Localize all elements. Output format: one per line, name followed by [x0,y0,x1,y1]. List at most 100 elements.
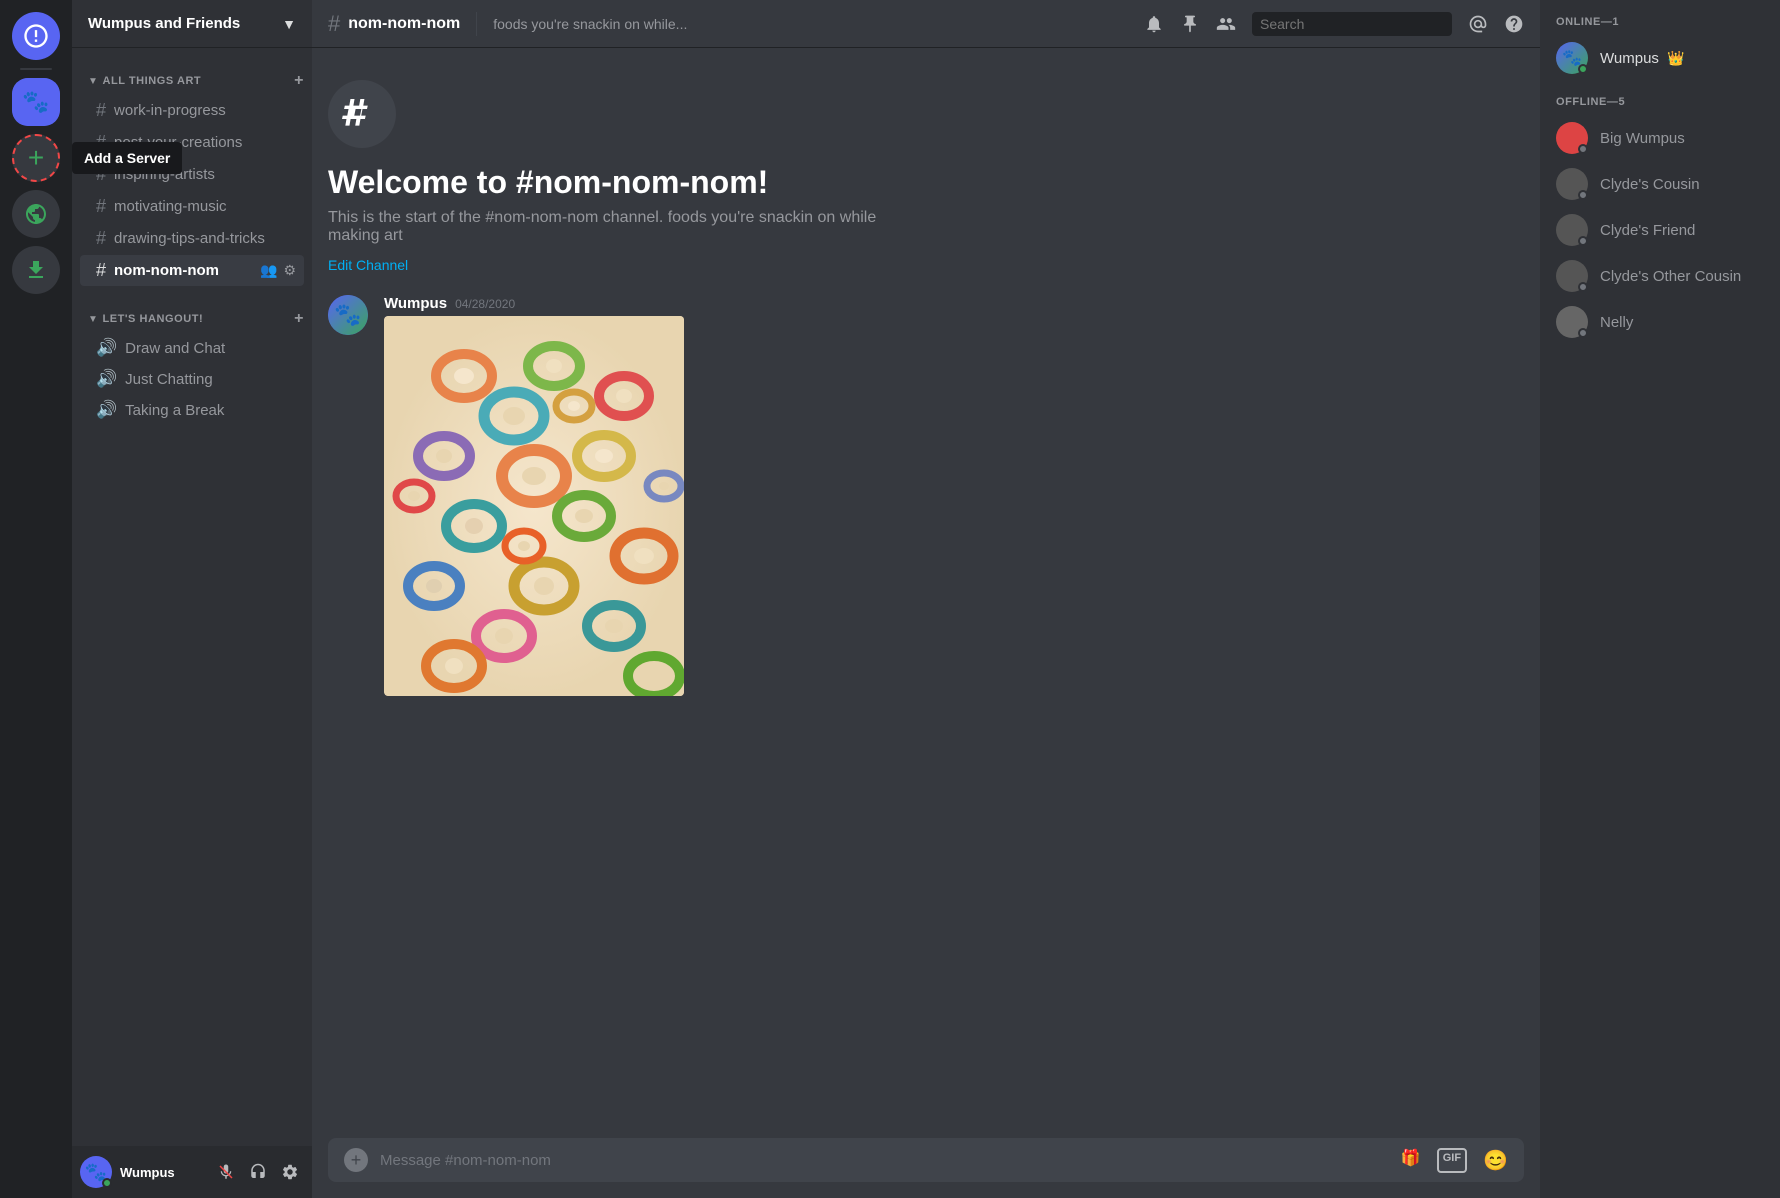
main-content: # nom-nom-nom foods you're snackin on wh… [312,0,1540,1198]
category-label: ALL THINGS ART [102,75,201,87]
server-header[interactable]: Wumpus and Friends ▼ [72,0,312,48]
member-status-dot [1578,144,1588,154]
cereal-image [384,316,684,696]
help-icon[interactable] [1504,14,1524,34]
message-input-icons: 🎁 GIF 😊 [1401,1148,1508,1173]
category-chevron-icon: ▼ [88,76,98,87]
user-status-dot [102,1178,112,1188]
at-icon[interactable] [1468,14,1488,34]
channel-settings-icon[interactable]: ⚙ [283,262,296,279]
offline-section-title: OFFLINE—5 [1548,96,1772,108]
channel-taking-a-break[interactable]: 🔊 Taking a Break [80,395,304,425]
member-wumpus[interactable]: 🐾 Wumpus 👑 [1548,36,1772,80]
member-status-dot [1578,64,1588,74]
member-name: Clyde's Cousin [1600,176,1700,193]
add-member-icon[interactable]: 👥 [260,262,277,279]
channel-action-icons: 👥 ⚙ [260,262,296,279]
message-input-box: + 🎁 GIF 😊 [328,1138,1524,1182]
channel-name: nom-nom-nom [114,262,254,279]
server-sidebar: 🐾 + Add a Server [0,0,72,1198]
user-info: Wumpus [120,1165,204,1180]
download-button[interactable] [12,246,60,294]
channel-motivating-music[interactable]: # motivating-music [80,191,304,222]
bell-icon[interactable] [1144,14,1164,34]
channel-header: # nom-nom-nom foods you're snackin on wh… [312,0,1540,48]
server-header-chevron-icon: ▼ [282,16,296,32]
channel-just-chatting[interactable]: 🔊 Just Chatting [80,364,304,394]
voice-channel-icon: 🔊 [96,400,117,420]
online-section-title: ONLINE—1 [1548,16,1772,28]
settings-button[interactable] [276,1158,304,1186]
chat-area: Welcome to #nom-nom-nom! This is the sta… [312,48,1540,1138]
member-avatar-big-wumpus [1556,122,1588,154]
header-icons [1144,12,1524,36]
message-timestamp: 04/28/2020 [455,297,515,311]
gif-button[interactable]: GIF [1437,1148,1467,1173]
user-panel: 🐾 Wumpus [72,1146,312,1198]
channel-header-hash-icon: # [328,11,340,37]
channel-hash-icon: # [96,228,106,249]
add-server-tooltip: Add a Server [72,142,182,174]
message-content: Wumpus 04/28/2020 [384,295,1524,696]
channel-sidebar: Wumpus and Friends ▼ ▼ ALL THINGS ART + … [72,0,312,1198]
mute-button[interactable] [212,1158,240,1186]
edit-channel-link[interactable]: Edit Channel [328,257,408,273]
message-input-area: + 🎁 GIF 😊 [312,1138,1540,1198]
member-name: Clyde's Other Cousin [1600,268,1741,285]
channel-hash-icon: # [96,100,106,121]
category-all-things-art[interactable]: ▼ ALL THINGS ART + [72,56,312,94]
member-avatar-nelly [1556,306,1588,338]
member-name: Wumpus 👑 [1600,50,1685,67]
welcome-hash-icon [328,80,396,148]
message-input[interactable] [380,1152,1389,1169]
server-icon-wumpus[interactable]: 🐾 [12,78,60,126]
crown-icon: 👑 [1667,50,1684,66]
channel-header-name: nom-nom-nom [348,15,460,33]
pin-icon[interactable] [1180,14,1200,34]
member-clydes-other-cousin[interactable]: Clyde's Other Cousin [1548,254,1772,298]
member-clydes-cousin[interactable]: Clyde's Cousin [1548,162,1772,206]
category-add-channel-button[interactable]: + [294,72,304,90]
message-image [384,316,734,696]
channel-name: Draw and Chat [125,340,296,357]
server-name: Wumpus and Friends [88,15,240,32]
member-nelly[interactable]: Nelly [1548,300,1772,344]
discord-home-button[interactable] [12,12,60,60]
members-icon[interactable] [1216,14,1236,34]
channel-nom-nom-nom[interactable]: # nom-nom-nom 👥 ⚙ [80,255,304,286]
member-status-dot [1578,236,1588,246]
channel-name: Taking a Break [125,402,296,419]
explore-button[interactable] [12,190,60,238]
add-server-button[interactable]: + [12,134,60,182]
member-avatar-clydes-friend [1556,214,1588,246]
channel-draw-and-chat[interactable]: 🔊 Draw and Chat [80,333,304,363]
channel-work-in-progress[interactable]: # work-in-progress [80,95,304,126]
search-input[interactable] [1260,16,1441,32]
member-name: Nelly [1600,314,1633,331]
attach-file-button[interactable]: + [344,1148,368,1172]
voice-channel-icon: 🔊 [96,338,117,358]
category-add-channel-button[interactable]: + [294,310,304,328]
category-chevron-icon: ▼ [88,314,98,325]
emoji-icon[interactable]: 😊 [1483,1148,1508,1173]
voice-channel-icon: 🔊 [96,369,117,389]
welcome-title: Welcome to #nom-nom-nom! [328,164,1524,201]
message-avatar: 🐾 [328,295,368,335]
member-name: Clyde's Friend [1600,222,1695,239]
channel-list: ▼ ALL THINGS ART + # work-in-progress # … [72,48,312,1146]
category-lets-hangout[interactable]: ▼ LET'S HANGOUT! + [72,294,312,332]
search-box [1252,12,1452,36]
channel-name: work-in-progress [114,102,296,119]
channel-drawing-tips[interactable]: # drawing-tips-and-tricks [80,223,304,254]
deafen-button[interactable] [244,1158,272,1186]
user-controls [212,1158,304,1186]
gift-icon[interactable]: 🎁 [1401,1148,1421,1173]
category-label: LET'S HANGOUT! [102,313,203,325]
members-sidebar: ONLINE—1 🐾 Wumpus 👑 OFFLINE—5 Big Wumpus… [1540,0,1780,1198]
member-big-wumpus[interactable]: Big Wumpus [1548,116,1772,160]
user-avatar: 🐾 [80,1156,112,1188]
member-avatar-clydes-other-cousin [1556,260,1588,292]
channel-name: Just Chatting [125,371,296,388]
message-username: Wumpus [384,295,447,312]
member-clydes-friend[interactable]: Clyde's Friend [1548,208,1772,252]
